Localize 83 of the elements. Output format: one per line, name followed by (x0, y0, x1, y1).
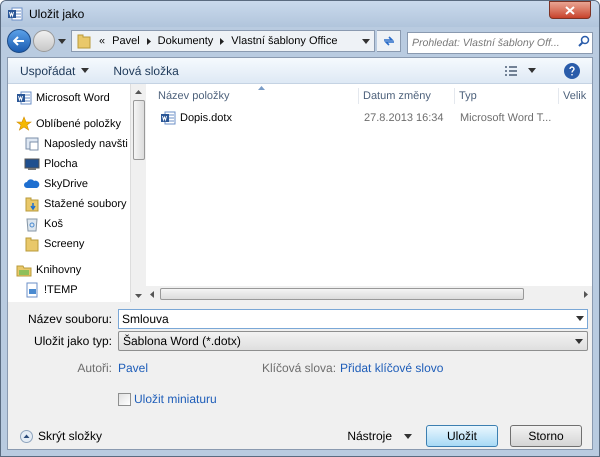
breadcrumb[interactable]: Pavel (112, 32, 140, 50)
new-folder-button[interactable]: Nová složka (113, 62, 179, 80)
search-icon (578, 35, 590, 47)
scroll-down-icon (135, 294, 142, 298)
field-label: Autoři: (76, 360, 113, 377)
address-bar[interactable]: « Pavel Dokumenty Vlastní šablony Office (71, 30, 375, 52)
vertical-scrollbar[interactable] (130, 84, 146, 302)
file-name: Dopis.dotx (180, 110, 232, 126)
folder-icon (76, 33, 92, 49)
field-label: Název souboru: (26, 311, 113, 328)
back-button[interactable] (7, 29, 31, 53)
organize-button[interactable]: Uspořádat (20, 62, 90, 80)
scroll-thumb[interactable] (160, 288, 524, 300)
caret-icon (404, 434, 412, 438)
list-view-icon (504, 64, 518, 76)
view-button[interactable] (504, 64, 536, 76)
nav-item[interactable]: Oblíbené položky (36, 116, 121, 132)
arrow-left-icon (13, 36, 25, 46)
column-header[interactable]: Velik (563, 90, 586, 102)
nav-item[interactable]: Knihovny (36, 262, 82, 278)
nav-item[interactable]: SkyDrive (44, 176, 88, 192)
search-field[interactable]: Prohledat: Vlastní šablony Off... (407, 32, 593, 54)
caret-icon (81, 68, 90, 73)
scroll-right-icon (584, 290, 588, 298)
document-icon (24, 282, 40, 298)
save-button[interactable]: Uložit (426, 425, 498, 447)
scroll-thumb[interactable] (132, 100, 144, 160)
column-header[interactable]: Datum změny (363, 90, 431, 102)
breadcrumb[interactable]: « (99, 32, 106, 50)
history-dropdown[interactable] (57, 38, 67, 44)
download-folder-icon (24, 196, 40, 212)
close-icon (565, 6, 575, 14)
field-label: Uložit jako typ: (32, 333, 113, 350)
recent-places-icon (24, 136, 40, 152)
dropdown-caret-icon (576, 316, 584, 321)
nav-item[interactable]: Koš (44, 216, 63, 232)
horizontal-scrollbar[interactable] (146, 286, 592, 302)
caret-icon (58, 38, 66, 44)
refresh-icon (382, 35, 396, 47)
author-link[interactable]: Pavel (118, 359, 262, 377)
nav-item[interactable]: Screeny (44, 236, 84, 252)
chevron-up-icon (20, 430, 33, 442)
scroll-left-icon (150, 290, 154, 298)
star-icon (16, 116, 32, 132)
caret-icon (362, 38, 370, 44)
close-button[interactable] (549, 1, 591, 19)
breadcrumb[interactable]: Dokumenty (158, 32, 214, 50)
checkbox-label: Uložit miniaturu (134, 391, 217, 408)
filename-field[interactable]: Smlouva (118, 309, 588, 329)
field-label: Klíčová slova: (262, 360, 336, 377)
dropdown-caret-icon (575, 338, 583, 344)
sort-arrow-icon (258, 86, 265, 90)
column-header[interactable]: Typ (459, 90, 477, 102)
nav-item[interactable]: Plocha (44, 156, 78, 172)
cancel-button[interactable]: Storno (510, 425, 582, 447)
keywords-link[interactable]: Přidat klíčové slovo (340, 359, 444, 377)
thumbnail-checkbox[interactable] (118, 392, 131, 406)
scroll-up-icon (135, 90, 142, 94)
document-icon (160, 110, 176, 126)
refresh-button[interactable] (377, 30, 401, 52)
nav-item[interactable]: Naposledy navšti (44, 136, 128, 152)
help-icon (569, 66, 575, 76)
file-row[interactable]: Dopis.dotx 27.8.2013 16:34 Microsoft Word T... (154, 108, 592, 128)
nav-item[interactable]: Stažené soubory (44, 196, 127, 212)
nav-item[interactable]: !TEMP (44, 282, 78, 298)
tools-button[interactable]: Nástroje (347, 427, 412, 445)
folder-icon (24, 236, 40, 252)
desktop-icon (24, 156, 40, 172)
chevron-right-icon (146, 38, 151, 44)
window-title: Uložit jako (29, 6, 84, 23)
nav-item[interactable]: Microsoft Word (36, 90, 110, 106)
hide-folders-button[interactable]: Skrýt složky (20, 427, 102, 445)
recycle-bin-icon (24, 216, 40, 232)
chevron-right-icon (220, 38, 224, 44)
breadcrumb[interactable]: Vlastní šablony Office (231, 32, 338, 50)
help-button[interactable] (564, 62, 580, 78)
table-cell-text: Microsoft Word T... (459, 110, 552, 126)
file-type-dropdown[interactable]: Šablona Word (*.dotx) (118, 331, 588, 351)
column-header[interactable]: Název položky (158, 90, 230, 102)
document-icon (7, 6, 23, 22)
document-icon (16, 90, 32, 106)
table-cell-text: 27.8.2013 16:34 (363, 110, 445, 126)
caret-icon (528, 68, 536, 73)
